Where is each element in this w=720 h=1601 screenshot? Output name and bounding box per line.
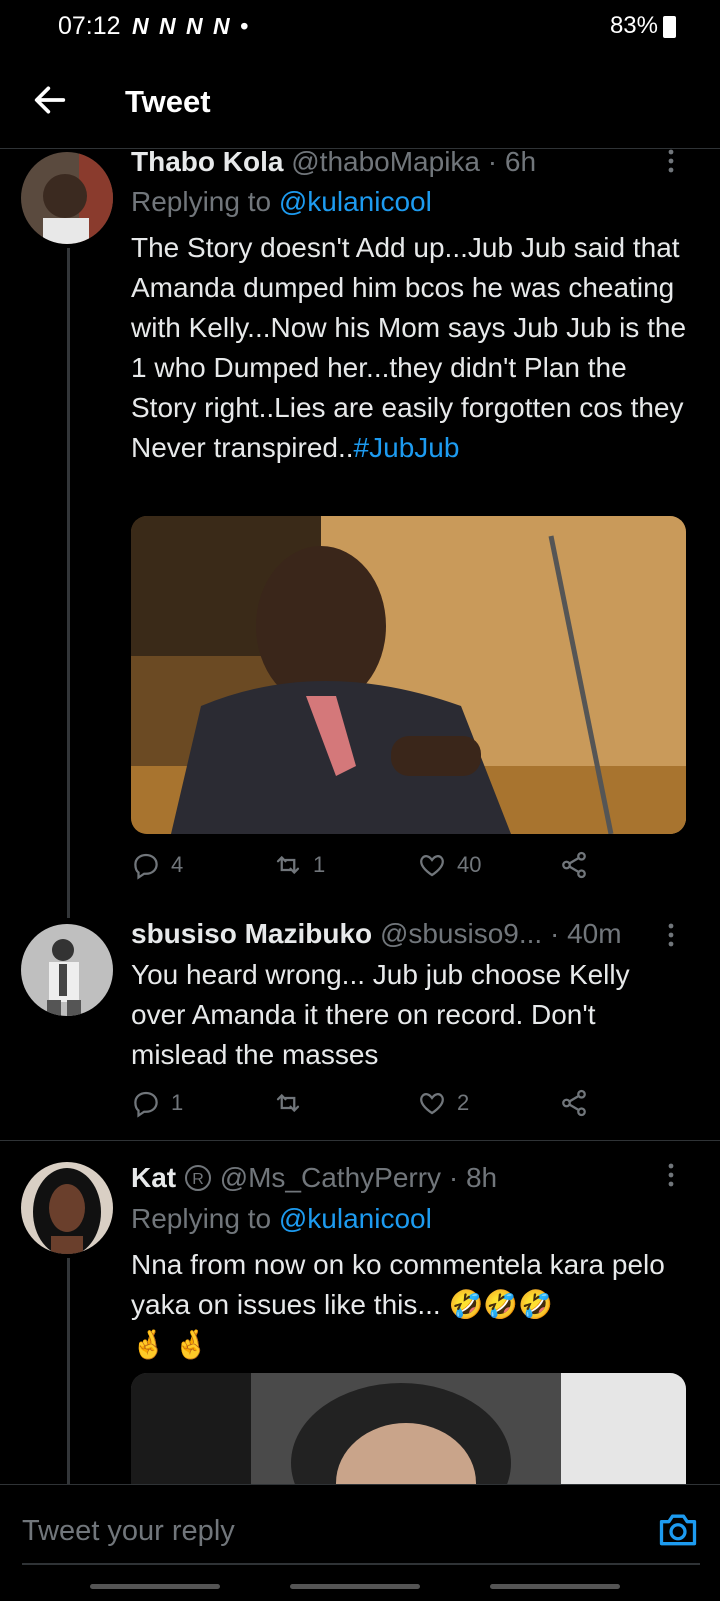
- tweet-time: · 8h: [448, 1162, 498, 1193]
- user-handle[interactable]: @sbusiso9...: [380, 918, 542, 949]
- user-handle[interactable]: @thaboMapika: [291, 146, 480, 177]
- thread-line: [67, 248, 70, 918]
- battery-icon: [663, 16, 676, 38]
- avatar-image: [21, 924, 113, 1016]
- heart-icon: [420, 855, 444, 877]
- retweet-icon: [276, 1093, 300, 1113]
- avatar-image: [21, 152, 113, 244]
- camera-icon[interactable]: [656, 1507, 700, 1551]
- like-count: 2: [457, 1090, 470, 1115]
- photo: [131, 1373, 686, 1486]
- tweet-header: Kat R @Ms_CathyPerry · 8h: [131, 1162, 497, 1194]
- svg-text:R: R: [192, 1171, 204, 1188]
- avatar[interactable]: [21, 924, 113, 1016]
- tweet-text: The Story doesn't Add up...Jub Jub said …: [131, 228, 691, 468]
- divider: [0, 1140, 720, 1141]
- nav-back[interactable]: [490, 1584, 620, 1589]
- more-options-icon[interactable]: [656, 146, 686, 176]
- share-icon: [562, 1089, 586, 1117]
- reply-count: 4: [171, 852, 184, 877]
- avatar[interactable]: [21, 1162, 113, 1254]
- share-button[interactable]: [559, 1088, 589, 1118]
- page-title: Tweet: [125, 84, 211, 119]
- replying-to: Replying to @kulanicool: [131, 1203, 432, 1235]
- header: Tweet: [0, 52, 720, 149]
- tweet-image[interactable]: [131, 1373, 686, 1486]
- back-arrow-icon[interactable]: [30, 80, 70, 120]
- tweet-body-emoji: 🤞 🤞: [131, 1329, 209, 1360]
- user-name[interactable]: sbusiso Mazibuko: [131, 918, 372, 949]
- share-icon: [562, 851, 586, 879]
- reply-input[interactable]: Tweet your reply: [22, 1515, 235, 1548]
- tweet-text: You heard wrong... Jub jub choose Kelly …: [131, 959, 630, 1070]
- status-time: 07:12: [58, 12, 121, 40]
- reply-icon: [134, 1091, 158, 1118]
- tweet-body: The Story doesn't Add up...Jub Jub said …: [131, 232, 687, 463]
- status-bar: 07:12 N N N N • 83%: [0, 0, 720, 52]
- hashtag-link[interactable]: #JubJub: [354, 432, 460, 463]
- user-name[interactable]: Kat: [131, 1162, 176, 1193]
- tweet-header: sbusiso Mazibuko @sbusiso9... · 40m: [131, 918, 651, 950]
- tweet-text: Nna from now on ko commentela kara pelo …: [131, 1245, 691, 1365]
- reply-button[interactable]: 1: [131, 1088, 183, 1118]
- thread-line: [67, 1258, 70, 1486]
- replying-to: Replying to @kulanicool: [131, 186, 432, 218]
- reply-button[interactable]: 4: [131, 850, 183, 880]
- replying-label: Replying to: [131, 1203, 279, 1234]
- like-button[interactable]: 40: [417, 850, 481, 880]
- notification-icons: N N N N •: [132, 13, 251, 39]
- tweet-actions: 4 1 40: [131, 850, 691, 886]
- reply-input-underline: [22, 1563, 700, 1565]
- replying-label: Replying to: [131, 186, 279, 217]
- retweet-button[interactable]: [273, 1088, 313, 1118]
- user-handle[interactable]: @Ms_CathyPerry: [220, 1162, 441, 1193]
- user-name[interactable]: Thabo Kola: [131, 146, 283, 177]
- tweet-body: Nna from now on ko commentela kara pelo …: [131, 1249, 665, 1320]
- tweet-time: · 6h: [487, 146, 537, 177]
- mention-link[interactable]: @kulanicool: [279, 186, 432, 217]
- battery-percent: 83%: [609, 12, 658, 39]
- tweet-time: · 40m: [550, 918, 622, 949]
- avatar-image: [21, 1162, 113, 1254]
- like-count: 40: [457, 852, 482, 877]
- tweet-actions: 1 2: [131, 1088, 691, 1124]
- more-options-icon[interactable]: [656, 1160, 686, 1190]
- nav-home[interactable]: [290, 1584, 420, 1589]
- reply-icon: [134, 853, 158, 880]
- share-button[interactable]: [559, 850, 589, 880]
- retweet-count: 1: [313, 852, 326, 877]
- reply-count: 1: [171, 1090, 184, 1115]
- mention-link[interactable]: @kulanicool: [279, 1203, 432, 1234]
- nav-recents[interactable]: [90, 1584, 220, 1589]
- registered-icon: R: [184, 1165, 211, 1191]
- tweet-image[interactable]: [131, 516, 686, 834]
- avatar[interactable]: [21, 152, 113, 244]
- like-button[interactable]: 2: [417, 1088, 469, 1118]
- retweet-button[interactable]: 1: [273, 850, 325, 880]
- heart-icon: [420, 1093, 444, 1115]
- photo: [131, 516, 686, 834]
- more-options-icon[interactable]: [656, 920, 686, 950]
- tweet-header: Thabo Kola @thaboMapika · 6h: [131, 146, 536, 178]
- retweet-icon: [276, 855, 300, 875]
